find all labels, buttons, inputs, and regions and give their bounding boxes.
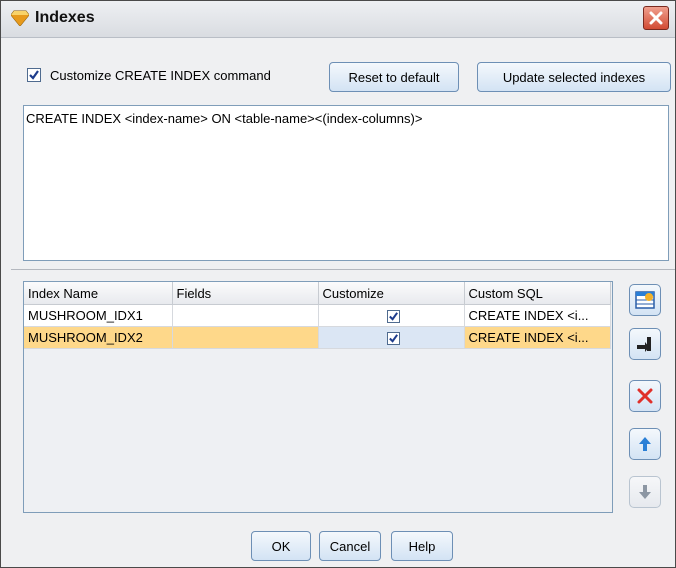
delete-icon xyxy=(637,388,653,404)
customize-checkbox-label: Customize CREATE INDEX command xyxy=(50,68,271,83)
create-index-template-editor[interactable]: CREATE INDEX <index-name> ON <table-name… xyxy=(23,105,669,261)
edit-index-icon xyxy=(637,337,651,352)
checkmark-icon xyxy=(388,312,398,321)
custom-sql-cell[interactable]: CREATE INDEX <i... xyxy=(464,326,611,349)
fields-cell[interactable] xyxy=(172,326,319,349)
update-selected-indexes-button[interactable]: Update selected indexes xyxy=(477,62,671,92)
customize-row-checkbox[interactable] xyxy=(386,310,400,324)
index-name-cell[interactable]: MUSHROOM_IDX1 xyxy=(24,304,173,327)
move-up-button[interactable] xyxy=(629,428,661,460)
add-index-icon xyxy=(635,291,655,309)
checkmark-icon xyxy=(388,334,398,343)
move-down-button[interactable] xyxy=(629,476,661,508)
column-header-custom-sql[interactable]: Custom SQL xyxy=(464,282,611,305)
table-row[interactable]: MUSHROOM_IDX2 CREATE INDEX <i... xyxy=(24,326,611,349)
checkmark-icon xyxy=(29,70,39,80)
customize-checkbox[interactable] xyxy=(27,68,41,82)
customize-cell[interactable] xyxy=(318,326,465,349)
indexes-table: Index Name Fields Customize Custom SQL M… xyxy=(23,281,613,513)
delete-index-button[interactable] xyxy=(629,380,661,412)
window-title: Indexes xyxy=(35,9,95,26)
cancel-button[interactable]: Cancel xyxy=(319,531,381,561)
reset-to-default-button[interactable]: Reset to default xyxy=(329,62,459,92)
table-header-row: Index Name Fields Customize Custom SQL xyxy=(24,282,611,305)
column-header-fields[interactable]: Fields xyxy=(172,282,319,305)
column-header-index-name[interactable]: Index Name xyxy=(24,282,173,305)
table-row[interactable]: MUSHROOM_IDX1 CREATE INDEX <i... xyxy=(24,304,611,327)
ok-button[interactable]: OK xyxy=(251,531,311,561)
customize-cell[interactable] xyxy=(318,304,465,327)
close-icon xyxy=(649,11,663,25)
column-header-customize[interactable]: Customize xyxy=(318,282,465,305)
customize-row-checkbox[interactable] xyxy=(386,332,400,346)
close-button[interactable] xyxy=(643,6,669,30)
move-up-icon xyxy=(639,437,651,451)
custom-sql-cell[interactable]: CREATE INDEX <i... xyxy=(464,304,611,327)
divider xyxy=(11,269,675,270)
index-name-cell[interactable]: MUSHROOM_IDX2 xyxy=(24,326,173,349)
edit-index-button[interactable] xyxy=(629,328,661,360)
indexes-dialog: Indexes Customize CREATE INDEX command R… xyxy=(0,0,676,568)
help-button[interactable]: Help xyxy=(391,531,453,561)
move-down-icon xyxy=(639,485,651,499)
add-index-button[interactable] xyxy=(629,284,661,316)
fields-cell[interactable] xyxy=(172,304,319,327)
diamond-icon xyxy=(10,10,30,27)
title-bar: Indexes xyxy=(1,1,675,38)
